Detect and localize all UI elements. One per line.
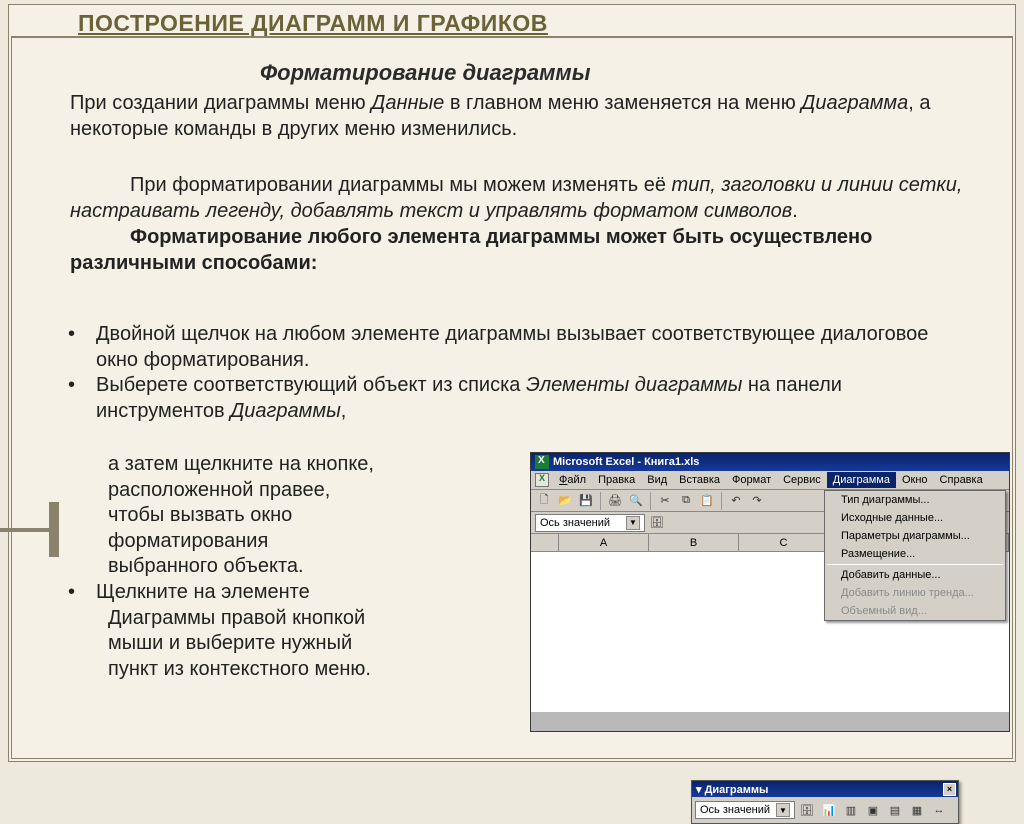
preview-icon[interactable]: 🔍 xyxy=(627,492,645,510)
cut-icon[interactable]: ✂ xyxy=(656,492,674,510)
combo-value: Ось значений xyxy=(540,517,610,529)
menu-tools[interactable]: Сервис xyxy=(777,472,827,488)
cont-line: Диаграммы правой кнопкой xyxy=(108,606,528,632)
floating-toolbar-title[interactable]: ▾ Диаграммы × xyxy=(692,781,958,797)
bullet-list: •Двойной щелчок на любом элементе диагра… xyxy=(68,322,968,424)
text-bold: Форматирование любого элемента диаграммы… xyxy=(70,226,872,274)
floating-title-text: Диаграммы xyxy=(705,784,769,796)
text-italic: Диаграмма xyxy=(801,92,908,114)
text: При создании диаграммы меню xyxy=(70,92,371,114)
bullet-dot: • xyxy=(68,580,96,606)
new-icon[interactable]: 🗋 xyxy=(535,492,553,510)
chart-type-icon[interactable]: 📊 xyxy=(819,800,839,820)
menu-item-add-data[interactable]: Добавить данные... xyxy=(825,566,1005,584)
menu-format[interactable]: Формат xyxy=(726,472,777,488)
cont-line: чтобы вызвать окно xyxy=(108,503,528,529)
paste-icon[interactable]: 📋 xyxy=(698,492,716,510)
bullet-2: Выберете соответствующий объект из списк… xyxy=(96,373,956,424)
open-icon[interactable]: 📂 xyxy=(556,492,574,510)
bullet-1: Двойной щелчок на любом элементе диаграм… xyxy=(96,322,956,373)
cont-line: выбранного объекта. xyxy=(108,554,528,580)
col-a[interactable]: A xyxy=(559,534,649,551)
menu-item-3d-view: Объемный вид... xyxy=(825,602,1005,620)
menu-help[interactable]: Справка xyxy=(934,472,989,488)
combo-value: Ось значений xyxy=(700,804,770,816)
by-col-icon[interactable]: ▦ xyxy=(907,800,927,820)
format-selection-icon[interactable]: 🗄 xyxy=(648,514,666,532)
undo-icon[interactable]: ↶ xyxy=(727,492,745,510)
angle-text-icon[interactable]: ↔ xyxy=(929,800,949,820)
menu-item-chart-options[interactable]: Параметры диаграммы... xyxy=(825,527,1005,545)
text: . xyxy=(792,200,798,222)
continuation-column: а затем щелкните на кнопке, расположенно… xyxy=(108,452,528,682)
float-combo[interactable]: Ось значений ▼ xyxy=(695,801,795,819)
data-table-icon[interactable]: ▣ xyxy=(863,800,883,820)
chevron-down-icon[interactable]: ▼ xyxy=(626,516,640,530)
menu-item-placement[interactable]: Размещение... xyxy=(825,545,1005,563)
bullet-3: Щелкните на элементе xyxy=(96,581,310,603)
page-subtitle: Форматирование диаграммы xyxy=(260,60,590,86)
paragraph-1: При создании диаграммы меню Данные в гла… xyxy=(70,90,950,142)
excel-menubar: ФФайлайл Правка Вид Вставка Формат Серви… xyxy=(531,471,1009,490)
cont-line: а затем щелкните на кнопке, xyxy=(108,452,528,478)
redo-icon[interactable]: ↷ xyxy=(748,492,766,510)
menu-item-add-trendline: Добавить линию тренда... xyxy=(825,584,1005,602)
legend-icon[interactable]: ▥ xyxy=(841,800,861,820)
excel-app-icon xyxy=(535,455,549,469)
select-all-corner[interactable] xyxy=(531,534,559,551)
document-icon xyxy=(535,473,549,487)
close-icon[interactable]: × xyxy=(943,783,956,796)
excel-title: Microsoft Excel - Книга1.xls xyxy=(553,456,699,468)
menu-view[interactable]: Вид xyxy=(641,472,673,488)
chart-menu-dropdown: Тип диаграммы... Исходные данные... Пара… xyxy=(824,490,1006,621)
excel-titlebar[interactable]: Microsoft Excel - Книга1.xls xyxy=(531,453,1009,471)
menu-edit[interactable]: Правка xyxy=(592,472,641,488)
bullet-dot: • xyxy=(68,373,96,399)
bullet-dot: • xyxy=(68,322,96,348)
chevron-down-icon[interactable]: ▼ xyxy=(776,803,790,817)
menu-window[interactable]: Окно xyxy=(896,472,934,488)
format-object-icon[interactable]: 🗄 xyxy=(797,800,817,820)
text-italic: Данные xyxy=(371,92,444,114)
cont-line: форматирования xyxy=(108,529,528,555)
paragraph-2: При форматировании диаграммы мы можем из… xyxy=(70,172,970,276)
col-b[interactable]: B xyxy=(649,534,739,551)
menu-insert[interactable]: Вставка xyxy=(673,472,726,488)
by-row-icon[interactable]: ▤ xyxy=(885,800,905,820)
charts-floating-toolbar[interactable]: ▾ Диаграммы × Ось значений ▼ 🗄 📊 ▥ ▣ ▤ ▦… xyxy=(691,780,959,824)
decor-side-bar xyxy=(49,502,59,557)
menu-chart[interactable]: Диаграмма xyxy=(827,472,896,488)
copy-icon[interactable]: ⧉ xyxy=(677,492,695,510)
text: При форматировании диаграммы мы можем из… xyxy=(130,174,672,196)
excel-window: Microsoft Excel - Книга1.xls ФФайлайл Пр… xyxy=(530,452,1010,732)
cont-line: мыши и выберите нужный xyxy=(108,631,528,657)
text: в главном меню заменяется на меню xyxy=(444,92,801,114)
page-title: ПОСТРОЕНИЕ ДИАГРАММ И ГРАФИКОВ xyxy=(78,10,548,37)
save-icon[interactable]: 💾 xyxy=(577,492,595,510)
col-c[interactable]: C xyxy=(739,534,829,551)
print-icon[interactable]: 🖨 xyxy=(606,492,624,510)
cont-line: расположенной правее, xyxy=(108,478,528,504)
menu-separator xyxy=(827,564,1003,565)
decor-side-line xyxy=(0,528,50,532)
cont-line: пункт из контекстного меню. xyxy=(108,657,528,683)
menu-item-source-data[interactable]: Исходные данные... xyxy=(825,509,1005,527)
menu-item-chart-type[interactable]: Тип диаграммы... xyxy=(825,491,1005,509)
menu-file[interactable]: ФФайлайл xyxy=(553,472,592,488)
chart-elements-combo[interactable]: Ось значений ▼ xyxy=(535,514,645,532)
